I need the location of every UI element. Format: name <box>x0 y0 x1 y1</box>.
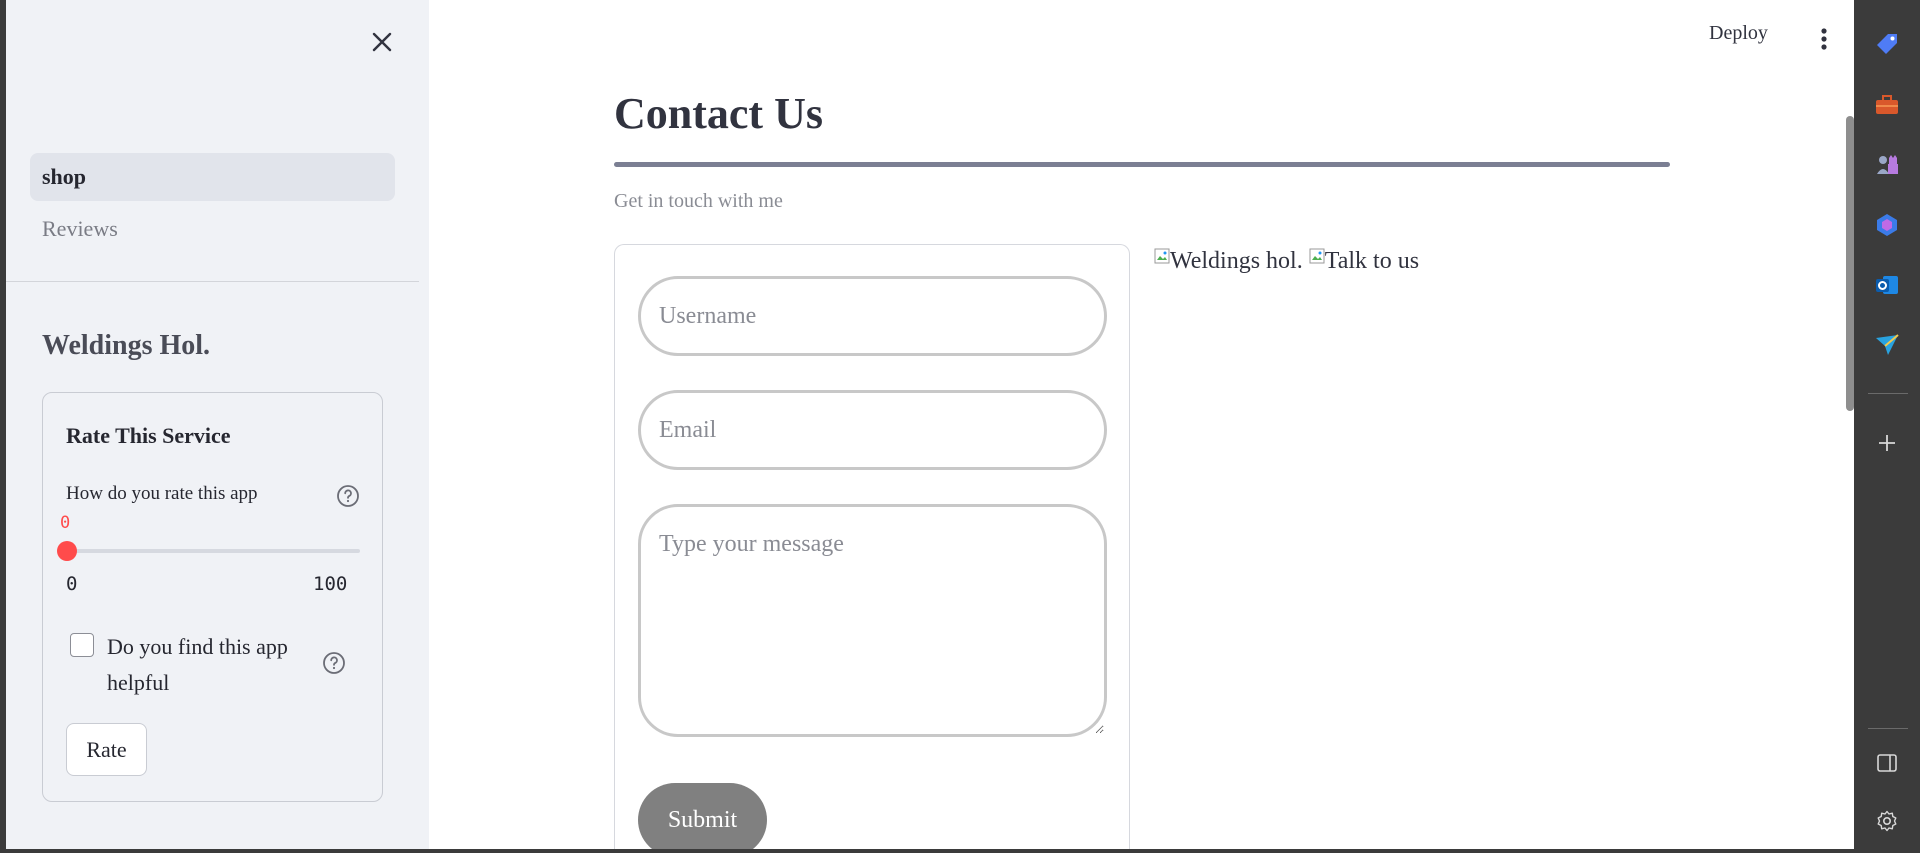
tag-icon[interactable] <box>1874 31 1900 57</box>
sidebar-item-label: shop <box>42 164 87 189</box>
close-icon <box>372 32 392 52</box>
talk-to-us-image: Talk to us <box>1309 248 1419 275</box>
contact-form: Submit <box>614 244 1130 849</box>
rating-slider-thumb[interactable] <box>57 541 77 561</box>
rate-button[interactable]: Rate <box>66 723 147 776</box>
slider-min-label: 0 <box>66 573 78 595</box>
sidebar-item-label: Reviews <box>42 216 118 241</box>
main-menu-button[interactable] <box>1814 24 1834 54</box>
edge-divider <box>1868 393 1908 394</box>
rating-help-icon[interactable] <box>336 484 360 508</box>
image-alt-text: Weldings hol. <box>1170 248 1303 274</box>
sidebar-divider <box>6 281 419 282</box>
rating-question-label: How do you rate this app <box>66 483 258 504</box>
submit-button[interactable]: Submit <box>638 783 767 849</box>
main-scrollbar[interactable] <box>1846 116 1854 411</box>
send-icon[interactable] <box>1874 332 1900 358</box>
deploy-button[interactable]: Deploy <box>1709 22 1768 45</box>
sidebar-toggle-icon[interactable] <box>1874 750 1900 776</box>
slider-max-label: 100 <box>313 573 348 595</box>
rating-slider-track[interactable] <box>66 549 360 553</box>
edge-divider <box>1868 728 1908 729</box>
helpful-help-icon[interactable] <box>322 651 346 675</box>
brand-title: Weldings Hol. <box>42 330 211 361</box>
broken-image-icon <box>1309 248 1325 264</box>
add-icon[interactable] <box>1874 430 1900 456</box>
sidebar-item-shop[interactable]: shop <box>30 153 395 201</box>
image-row: Weldings hol. Talk to us <box>1154 248 1419 275</box>
email-input[interactable] <box>638 390 1107 470</box>
rate-card-title: Rate This Service <box>66 423 231 448</box>
close-sidebar-button[interactable] <box>366 26 398 58</box>
message-textarea[interactable] <box>638 504 1107 737</box>
slider-current-value: 0 <box>60 513 71 533</box>
sidebar: shop Reviews Weldings Hol. Rate This Ser… <box>6 0 429 849</box>
more-vertical-icon <box>1821 28 1827 50</box>
chess-icon[interactable] <box>1874 152 1900 178</box>
title-divider <box>614 162 1670 167</box>
browser-sidebar <box>1854 0 1920 853</box>
sidebar-item-reviews[interactable]: Reviews <box>30 201 395 257</box>
copilot-icon[interactable] <box>1874 212 1900 238</box>
rate-service-card: Rate This Service How do you rate this a… <box>42 392 383 802</box>
outlook-icon[interactable] <box>1874 272 1900 298</box>
toolbox-icon[interactable] <box>1874 92 1900 118</box>
helpful-checkbox[interactable] <box>70 633 94 657</box>
page-subtitle: Get in touch with me <box>614 190 783 212</box>
username-input[interactable] <box>638 276 1107 356</box>
app-window: shop Reviews Weldings Hol. Rate This Ser… <box>6 0 1854 849</box>
settings-icon[interactable] <box>1874 808 1900 834</box>
sidebar-nav: shop Reviews <box>30 153 395 257</box>
weldings-image: Weldings hol. <box>1154 248 1303 275</box>
page-title: Contact Us <box>614 89 823 138</box>
broken-image-icon <box>1154 248 1170 264</box>
helpful-checkbox-label: Do you find this app helpful <box>107 634 288 695</box>
image-alt-text: Talk to us <box>1324 248 1420 274</box>
main-content: Deploy Contact Us Get in touch with me S… <box>429 0 1854 849</box>
